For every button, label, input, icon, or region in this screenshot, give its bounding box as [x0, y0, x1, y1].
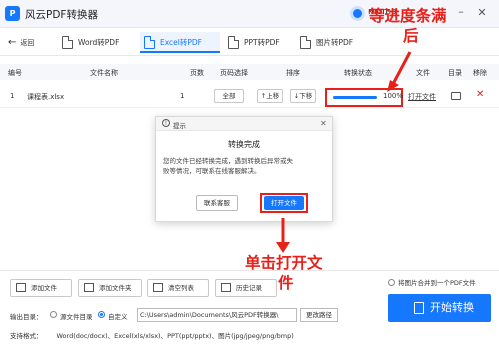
history-button[interactable]: 历史记录: [215, 279, 277, 297]
annotation-top-line2: 后: [403, 27, 419, 45]
header-index: 编号: [8, 69, 22, 77]
header-sort: 排序: [286, 69, 300, 77]
custom-dir-radio[interactable]: [98, 311, 105, 318]
annotation-arrow-up-icon: [387, 51, 412, 92]
supported-formats: 支持格式： Word(doc/docx)、Excel(xls/xlsx)、PPT(…: [10, 330, 294, 340]
output-path-input[interactable]: C:\Users\admin\Documents\风云PDF转换器\: [137, 308, 297, 322]
add-folder-label: 添加文件夹: [99, 284, 132, 292]
annotation-arrow-down-icon: [276, 218, 290, 253]
output-directory-row: 输出目录： 源文件目录 自定义 C:\Users\admin\Documents…: [10, 308, 380, 322]
header-remove: 移除: [473, 69, 487, 77]
header-directory: 目录: [448, 69, 462, 77]
tab-label: Word转PDF: [78, 38, 120, 47]
annotation-top: 等进度条满 后: [369, 6, 447, 46]
merge-radio[interactable]: [388, 279, 395, 286]
source-dir-label[interactable]: 源文件目录: [60, 311, 93, 321]
dialog-header-title: 提示: [173, 122, 186, 130]
convert-icon: [414, 302, 424, 314]
header-page-select: 页码选择: [220, 69, 248, 77]
close-icon[interactable]: ✕: [476, 7, 488, 19]
clear-list-label: 清空列表: [168, 284, 194, 292]
page-select-button[interactable]: 全部: [214, 89, 244, 103]
history-icon: [221, 283, 231, 292]
source-dir-radio[interactable]: [50, 311, 57, 318]
formats-text: Word(doc/docx)、Excel(xls/xlsx)、PPT(ppt/p…: [56, 332, 294, 340]
history-label: 历史记录: [236, 284, 262, 292]
contact-service-button[interactable]: 联系客服: [196, 195, 238, 211]
dialog-header: ! 提示 ✕: [156, 117, 332, 131]
tab-image-to-pdf[interactable]: 图片转PDF: [296, 32, 372, 53]
add-folder-button[interactable]: 添加文件夹: [78, 279, 142, 297]
conversion-complete-dialog: ! 提示 ✕ 转换完成 您的文件已经转换完成，遇到转换后异常或失败等情况，可联系…: [155, 116, 333, 222]
header-filename: 文件名称: [90, 69, 118, 77]
clear-list-button[interactable]: 清空列表: [147, 279, 209, 297]
back-button[interactable]: ← 返回: [8, 37, 34, 48]
table-row: 1 课程表.xlsx 1 全部 ↑上移 ↓下移 100% 打开文件 ✕: [0, 86, 499, 108]
document-icon: [228, 36, 239, 49]
avatar[interactable]: [350, 6, 365, 21]
start-convert-label: 开始转换: [430, 301, 474, 314]
tab-excel-to-pdf[interactable]: Excel转PDF: [140, 32, 220, 53]
move-up-label: 上移: [266, 92, 280, 100]
tab-label: Excel转PDF: [160, 38, 202, 47]
tab-label: 图片转PDF: [316, 38, 354, 47]
table-header: 编号 文件名称 页数 页码选择 排序 转换状态 文件 目录 移除: [0, 64, 499, 80]
folder-icon[interactable]: [451, 92, 461, 100]
minimize-icon[interactable]: –: [455, 6, 467, 19]
custom-dir-label[interactable]: 自定义: [108, 311, 128, 321]
header-status: 转换状态: [344, 69, 372, 77]
start-convert-button[interactable]: 开始转换: [388, 294, 491, 322]
document-icon: [144, 36, 155, 49]
annotation-top-line1: 等进度条满: [369, 7, 447, 25]
add-file-icon: [16, 283, 26, 292]
row-index: 1: [10, 92, 15, 100]
document-icon: [62, 36, 73, 49]
progress-bar: [333, 96, 377, 99]
move-down-label: 下移: [299, 92, 313, 100]
dialog-message: 您的文件已经转换完成，遇到转换后异常或失败等情况，可联系在线客服解决。: [163, 157, 293, 175]
app-logo-icon: P: [5, 6, 20, 21]
move-down-button[interactable]: ↓下移: [290, 89, 316, 103]
merge-option-label: 将图片合并到一个PDF文件: [398, 279, 476, 287]
app-title: 风云PDF转换器: [25, 9, 98, 21]
remove-icon[interactable]: ✕: [476, 89, 484, 100]
formats-label: 支持格式：: [10, 332, 43, 340]
merge-images-option[interactable]: 将图片合并到一个PDF文件: [388, 277, 476, 287]
output-label: 输出目录：: [10, 313, 43, 321]
row-filename: 课程表.xlsx: [27, 93, 65, 101]
clear-list-icon: [153, 283, 163, 292]
back-label: 返回: [20, 39, 35, 47]
add-folder-icon: [84, 283, 94, 292]
row-pages: 1: [180, 92, 185, 100]
dialog-close-icon[interactable]: ✕: [320, 119, 327, 128]
document-icon: [300, 36, 311, 49]
tab-label: PPT转PDF: [244, 38, 280, 47]
open-file-highlight: 打开文件: [260, 193, 308, 213]
add-file-label: 添加文件: [31, 284, 57, 292]
change-path-button[interactable]: 更改路径: [300, 308, 338, 322]
back-arrow-icon: ←: [8, 37, 17, 48]
header-file: 文件: [416, 69, 430, 77]
dialog-title: 转换完成: [228, 140, 260, 149]
move-up-button[interactable]: ↑上移: [257, 89, 283, 103]
info-icon: !: [162, 119, 170, 127]
tab-word-to-pdf[interactable]: Word转PDF: [58, 32, 136, 53]
tab-ppt-to-pdf[interactable]: PPT转PDF: [224, 32, 300, 53]
add-file-button[interactable]: 添加文件: [10, 279, 72, 297]
dialog-open-file-button[interactable]: 打开文件: [264, 196, 304, 210]
divider: [0, 270, 499, 271]
header-pages: 页数: [190, 69, 204, 77]
